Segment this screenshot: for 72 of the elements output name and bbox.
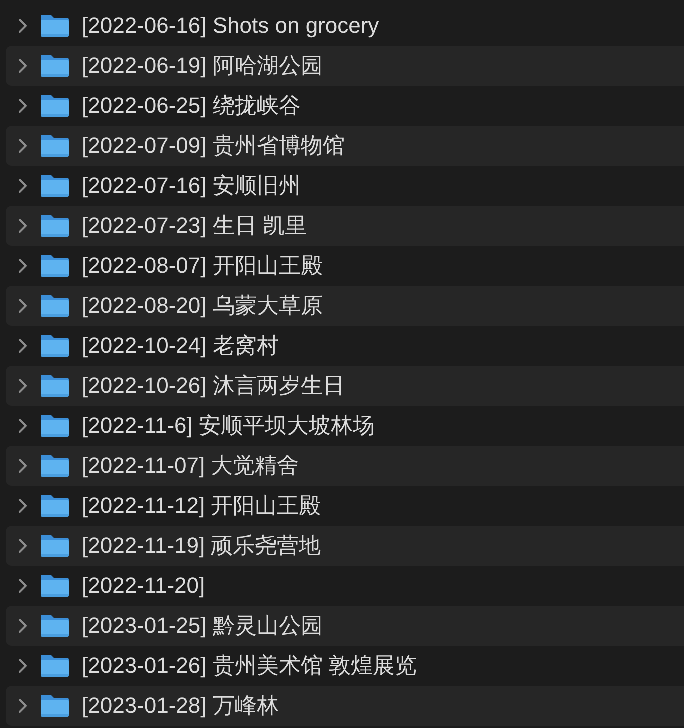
folder-row[interactable]: [2022-11-20] [6,566,684,606]
folder-icon [40,534,70,558]
folder-name: [2022-11-6] 安顺平坝大坡林场 [82,415,376,437]
disclosure-chevron-icon[interactable] [18,658,28,674]
folder-row[interactable]: [2022-11-19] 顽乐尧营地 [6,526,684,566]
folder-icon [40,294,70,318]
folder-row[interactable]: [2022-06-16] Shots on grocery [6,6,684,46]
folder-name: [2022-11-20] [82,575,206,597]
disclosure-chevron-icon[interactable] [18,98,28,114]
folder-icon [40,574,70,598]
folder-icon [40,214,70,238]
folder-name: [2022-08-20] 乌蒙大草原 [82,295,323,317]
folder-row[interactable]: [2022-10-26] 沐言两岁生日 [6,366,684,406]
disclosure-chevron-icon[interactable] [18,258,28,274]
folder-name: [2022-10-24] 老窝村 [82,335,279,357]
folder-icon [40,254,70,278]
folder-name: [2022-07-09] 贵州省博物馆 [82,135,345,157]
folder-row[interactable]: [2022-11-6] 安顺平坝大坡林场 [6,406,684,446]
folder-icon [40,174,70,198]
folder-name: [2022-07-23] 生日 凯里 [82,215,307,237]
disclosure-chevron-icon[interactable] [18,698,28,714]
folder-row[interactable]: [2022-08-07] 开阳山王殿 [6,246,684,286]
disclosure-chevron-icon[interactable] [18,538,28,554]
folder-icon [40,654,70,678]
folder-icon [40,94,70,118]
disclosure-chevron-icon[interactable] [18,178,28,194]
folder-row[interactable]: [2022-06-25] 绕拢峡谷 [6,86,684,126]
disclosure-chevron-icon[interactable] [18,338,28,354]
disclosure-chevron-icon[interactable] [18,58,28,74]
folder-name: [2023-01-26] 贵州美术馆 敦煌展览 [82,655,417,677]
folder-icon [40,694,70,718]
folder-name: [2022-08-07] 开阳山王殿 [82,255,323,277]
folder-row[interactable]: [2023-01-26] 贵州美术馆 敦煌展览 [6,646,684,686]
disclosure-chevron-icon[interactable] [18,378,28,394]
folder-row[interactable]: [2022-07-23] 生日 凯里 [6,206,684,246]
disclosure-chevron-icon[interactable] [18,298,28,314]
folder-name: [2022-06-16] Shots on grocery [82,15,380,37]
folder-name: [2023-01-25] 黔灵山公园 [82,615,323,637]
folder-icon [40,14,70,38]
folder-name: [2022-10-26] 沐言两岁生日 [82,375,345,397]
disclosure-chevron-icon[interactable] [18,418,28,434]
folder-row[interactable]: [2022-07-16] 安顺旧州 [6,166,684,206]
disclosure-chevron-icon[interactable] [18,18,28,34]
folder-row[interactable]: [2022-08-20] 乌蒙大草原 [6,286,684,326]
folder-row[interactable]: [2022-06-19] 阿哈湖公园 [6,46,684,86]
folder-name: [2022-06-19] 阿哈湖公园 [82,55,323,77]
folder-icon [40,454,70,478]
folder-row[interactable]: [2022-10-24] 老窝村 [6,326,684,366]
folder-icon [40,414,70,438]
folder-icon [40,494,70,518]
disclosure-chevron-icon[interactable] [18,578,28,594]
folder-row[interactable]: [2023-01-25] 黔灵山公园 [6,606,684,646]
folder-icon [40,54,70,78]
folder-icon [40,374,70,398]
disclosure-chevron-icon[interactable] [18,218,28,234]
folder-icon [40,614,70,638]
folder-name: [2022-07-16] 安顺旧州 [82,175,301,197]
folder-name: [2022-06-25] 绕拢峡谷 [82,95,301,117]
folder-icon [40,334,70,358]
disclosure-chevron-icon[interactable] [18,498,28,514]
disclosure-chevron-icon[interactable] [18,458,28,474]
folder-row[interactable]: [2022-11-07] 大觉精舍 [6,446,684,486]
folder-name: [2022-11-07] 大觉精舍 [82,455,300,477]
disclosure-chevron-icon[interactable] [18,138,28,154]
folder-name: [2022-11-19] 顽乐尧营地 [82,535,322,557]
folder-icon [40,134,70,158]
folder-row[interactable]: [2023-01-28] 万峰林 [6,686,684,726]
folder-row[interactable]: [2022-07-09] 贵州省博物馆 [6,126,684,166]
folder-name: [2022-11-12] 开阳山王殿 [82,495,322,517]
folder-name: [2023-01-28] 万峰林 [82,695,279,717]
disclosure-chevron-icon[interactable] [18,618,28,634]
folder-row[interactable]: [2022-11-12] 开阳山王殿 [6,486,684,526]
